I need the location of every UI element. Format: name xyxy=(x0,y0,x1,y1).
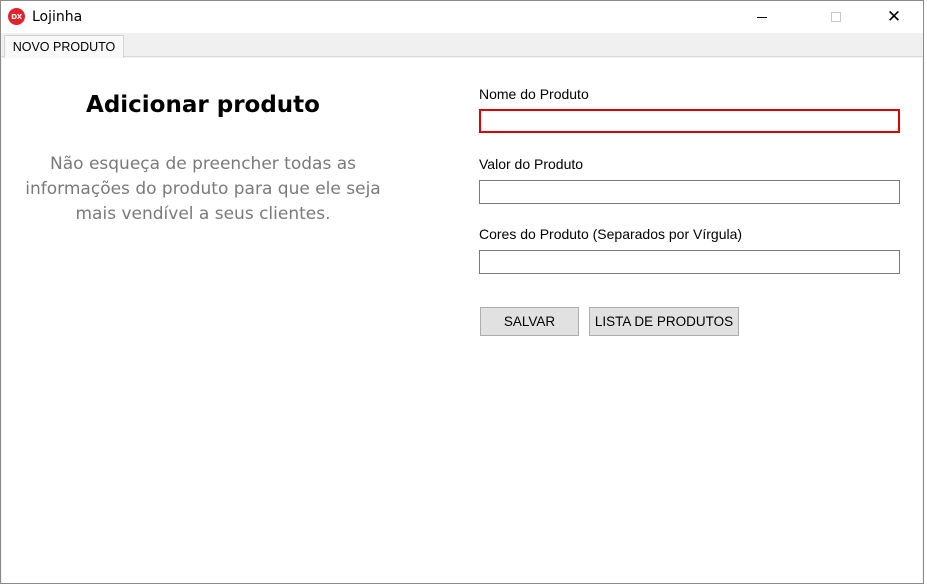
app-window: DX Lojinha ✕ NOVO PRODUTO Adicionar prod… xyxy=(0,0,924,584)
page-description: Não esqueça de preencher todas as inform… xyxy=(25,154,381,224)
close-icon: ✕ xyxy=(886,7,902,27)
close-button[interactable]: ✕ xyxy=(871,1,917,33)
minimize-icon xyxy=(757,17,767,18)
product-name-input[interactable] xyxy=(479,109,900,133)
maximize-button[interactable] xyxy=(813,1,859,33)
window-title: Lojinha xyxy=(32,9,83,25)
product-name-label: Nome do Produto xyxy=(479,86,589,102)
page-title: Adicionar produto xyxy=(86,92,320,118)
title-bar[interactable]: DX Lojinha ✕ xyxy=(1,1,923,33)
product-price-label: Valor do Produto xyxy=(479,156,584,172)
app-logo-icon: DX xyxy=(8,8,25,25)
product-colors-input[interactable] xyxy=(479,250,900,274)
tab-strip: NOVO PRODUTO xyxy=(1,33,923,58)
maximize-icon xyxy=(831,12,841,22)
minimize-button[interactable] xyxy=(739,1,785,33)
product-list-button[interactable]: LISTA DE PRODUTOS xyxy=(589,307,739,336)
product-price-input[interactable] xyxy=(479,180,900,204)
save-button[interactable]: SALVAR xyxy=(480,307,579,336)
product-colors-label: Cores do Produto (Separados por Vírgula) xyxy=(479,226,743,242)
tab-novo-produto[interactable]: NOVO PRODUTO xyxy=(4,35,124,58)
tab-content: Adicionar produto Não esqueça de preench… xyxy=(2,58,922,583)
